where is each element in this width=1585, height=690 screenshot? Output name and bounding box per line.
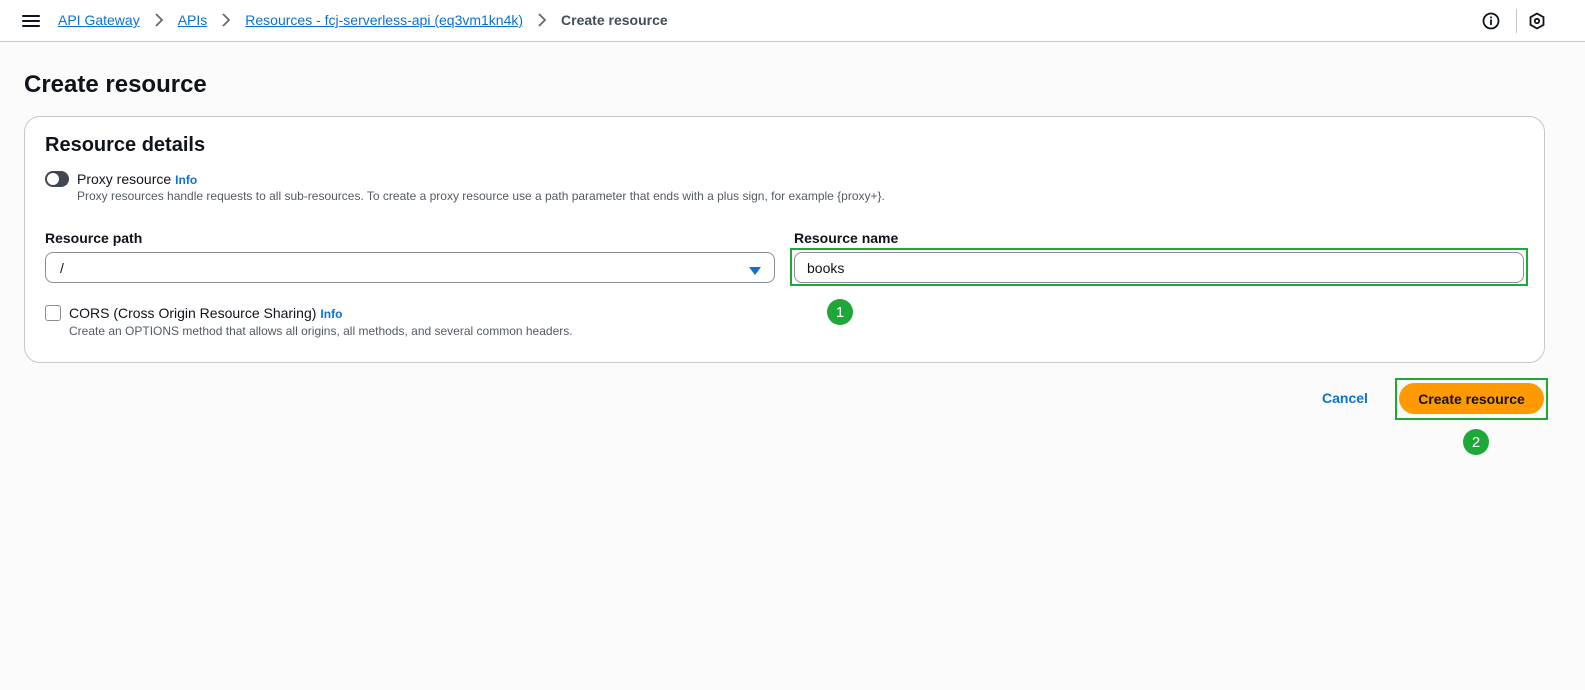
breadcrumb-current: Create resource	[561, 12, 668, 28]
page-title: Create resource	[24, 71, 207, 98]
menu-icon[interactable]	[22, 13, 40, 29]
proxy-resource-description: Proxy resources handle requests to all s…	[77, 189, 885, 203]
proxy-resource-label: Proxy resource	[77, 171, 172, 187]
cors-checkbox[interactable]	[45, 305, 61, 321]
caret-down-icon	[749, 263, 761, 275]
cors-label-row: CORS (Cross Origin Resource Sharing) Info	[69, 305, 342, 321]
chevron-right-icon	[218, 12, 234, 28]
chevron-right-icon	[534, 12, 550, 28]
breadcrumb: API Gateway APIs Resources - fcj-serverl…	[58, 12, 668, 28]
cors-info-link[interactable]: Info	[320, 307, 342, 321]
step-2-badge: 2	[1463, 429, 1489, 455]
cors-label: CORS (Cross Origin Resource Sharing)	[69, 305, 317, 321]
top-navigation-bar: API Gateway APIs Resources - fcj-serverl…	[0, 0, 1585, 42]
chevron-right-icon	[151, 12, 167, 28]
resource-path-select[interactable]: /	[45, 252, 775, 283]
resource-name-input[interactable]	[794, 252, 1524, 283]
resource-path-label: Resource path	[45, 230, 143, 246]
proxy-info-link[interactable]: Info	[175, 173, 197, 187]
resource-details-panel: Resource details Proxy resource Info Prox…	[24, 116, 1545, 363]
panel-title: Resource details	[45, 134, 206, 156]
info-circle-icon[interactable]	[1481, 11, 1501, 31]
resource-name-label: Resource name	[794, 230, 899, 246]
proxy-resource-toggle[interactable]	[45, 171, 69, 187]
breadcrumb-resources[interactable]: Resources - fcj-serverless-api (eq3vm1kn…	[245, 12, 523, 28]
toolbar-divider	[1516, 9, 1517, 33]
breadcrumb-api-gateway[interactable]: API Gateway	[58, 12, 140, 28]
breadcrumb-apis[interactable]: APIs	[178, 12, 208, 28]
proxy-resource-label-row: Proxy resource Info	[77, 171, 197, 187]
create-resource-button[interactable]: Create resource	[1399, 383, 1544, 414]
resource-path-value: /	[60, 260, 64, 276]
cancel-button[interactable]: Cancel	[1322, 390, 1368, 406]
step-1-badge: 1	[827, 299, 853, 325]
settings-hexagon-icon[interactable]	[1527, 11, 1547, 31]
cors-description: Create an OPTIONS method that allows all…	[69, 324, 573, 338]
